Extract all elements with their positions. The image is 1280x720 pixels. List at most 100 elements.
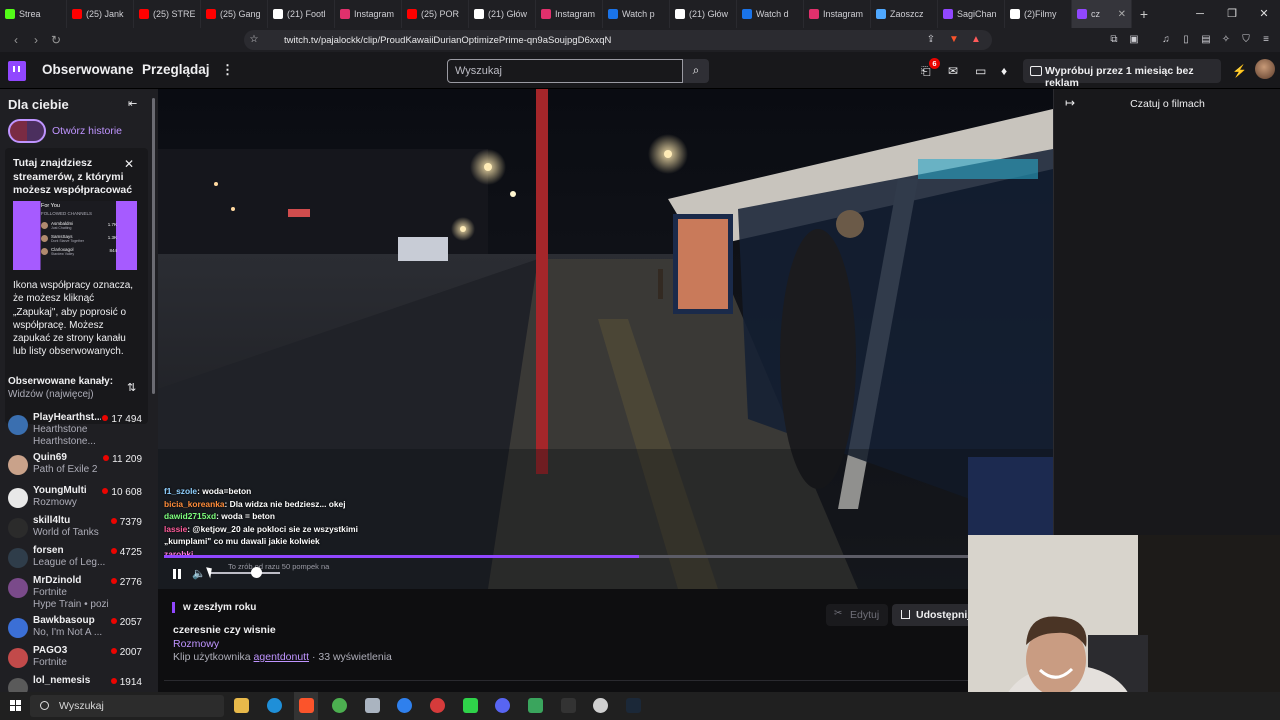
- followed-channel[interactable]: Quin69 Path of Exile 2 11 209: [8, 452, 146, 482]
- reload-icon[interactable]: ↻: [46, 33, 66, 47]
- back-icon[interactable]: ‹: [6, 33, 26, 47]
- browser-tab[interactable]: (25) Jank: [67, 0, 134, 28]
- seek-bar[interactable]: [164, 555, 969, 558]
- browser-tab[interactable]: Instagram: [804, 0, 871, 28]
- brave-icon[interactable]: [299, 698, 314, 713]
- windows-start-icon[interactable]: [10, 700, 21, 711]
- followed-channel[interactable]: forsen League of Leg... 4725: [8, 545, 146, 575]
- clip-author-link[interactable]: agentdonutt: [254, 651, 309, 663]
- rewards-icon[interactable]: ▲: [970, 34, 982, 46]
- collapse-sidebar-icon[interactable]: ⇤: [128, 97, 137, 110]
- app-icon[interactable]: [365, 698, 380, 713]
- channel-category: Hearthstone: [33, 424, 88, 435]
- media-app-icon[interactable]: [463, 698, 478, 713]
- sidebar-scrollbar[interactable]: [151, 92, 156, 692]
- file-explorer-icon[interactable]: [234, 698, 249, 713]
- sort-icon[interactable]: ⇅: [127, 381, 136, 394]
- new-tab-button[interactable]: +: [1132, 6, 1156, 22]
- channel-category: League of Leg...: [33, 557, 106, 568]
- browser-tab[interactable]: (25) Gang: [201, 0, 268, 28]
- ccleaner-icon[interactable]: [397, 698, 412, 713]
- bookmark-icon[interactable]: ☆: [248, 34, 260, 46]
- activity-feed-icon[interactable]: ▭: [975, 64, 986, 78]
- twitch-logo-icon[interactable]: [8, 61, 26, 81]
- followed-channel[interactable]: YoungMulti Rozmowy 10 608: [8, 485, 146, 515]
- followed-channel[interactable]: MrDzinoldFortnite 2776Hype Train • pozio.…: [8, 575, 146, 610]
- browser-tab[interactable]: Instagram: [536, 0, 603, 28]
- search-icon[interactable]: ⌕: [683, 59, 709, 83]
- open-stories[interactable]: Otwórz historie: [8, 119, 122, 143]
- share-page-icon[interactable]: ⇪: [925, 34, 937, 46]
- leo-icon[interactable]: ✧: [1220, 34, 1232, 46]
- avatar[interactable]: [1255, 59, 1275, 79]
- wallet-icon[interactable]: ▤: [1200, 34, 1212, 46]
- volume-icon[interactable]: 🔈: [192, 567, 206, 580]
- search-input[interactable]: Wyszukaj: [447, 59, 683, 83]
- tab-label: (25) Jank: [86, 9, 124, 19]
- overlay-chat-text: @ketjow_20 ale pokloci sie ze wszystkimi…: [164, 523, 358, 547]
- browser-tab[interactable]: (21) Głów: [670, 0, 737, 28]
- share-button[interactable]: Udostępnij: [892, 604, 973, 626]
- pause-icon[interactable]: [172, 569, 182, 579]
- followed-channel[interactable]: lol_nemesis 1914: [8, 675, 146, 692]
- channel-name: Quin69: [33, 452, 67, 463]
- app-icon[interactable]: [528, 698, 543, 713]
- epic-games-icon[interactable]: [561, 698, 576, 713]
- followed-channel[interactable]: PAGO3 Fortnite 2007: [8, 645, 146, 675]
- clip-video-player[interactable]: f1_szole: woda=beton bicia_koreanka: Dla …: [158, 89, 1053, 589]
- browser-tab[interactable]: (21) Głów: [469, 0, 536, 28]
- overlay-chat-line: lassie: @ketjow_20 ale pokloci sie ze ws…: [164, 523, 358, 547]
- app-icon[interactable]: [430, 698, 445, 713]
- crown-icon[interactable]: ♦: [1001, 64, 1007, 78]
- clip-category-link[interactable]: Rozmowy: [173, 638, 219, 650]
- edit-button[interactable]: Edytuj: [826, 604, 888, 626]
- followed-channel[interactable]: Bawkbasoup No, I'm Not A ... 2057: [8, 615, 146, 645]
- followed-channel[interactable]: PlayHearthst... Hearthstone 17 494 Hearthst…: [8, 412, 146, 447]
- close-icon[interactable]: ✕: [124, 157, 134, 171]
- app-icon[interactable]: [593, 698, 608, 713]
- browser-tab[interactable]: (25) POR: [402, 0, 469, 28]
- browser-tab[interactable]: Strea: [0, 0, 67, 28]
- notification-badge: 6: [929, 58, 940, 69]
- browser-tab[interactable]: Instagram: [335, 0, 402, 28]
- edge-icon[interactable]: [267, 698, 282, 713]
- turbo-icon[interactable]: ⚡: [1232, 64, 1247, 78]
- channel-name: MrDzinold: [33, 575, 82, 586]
- browser-tab-active[interactable]: cz ✕: [1072, 0, 1132, 28]
- prime-button[interactable]: Wypróbuj przez 1 miesiąc bez reklam: [1023, 59, 1221, 89]
- forward-icon[interactable]: ›: [26, 33, 46, 47]
- channel-viewers: 7379: [111, 517, 142, 528]
- steam-icon[interactable]: [626, 698, 641, 713]
- close-tab-icon[interactable]: ✕: [1118, 9, 1126, 20]
- sidebar-toggle-icon[interactable]: ▯: [1180, 34, 1192, 46]
- browser-tab[interactable]: (2)Filmy: [1005, 0, 1072, 28]
- browser-tab[interactable]: Watch d: [737, 0, 804, 28]
- browser-tab[interactable]: SagiChan: [938, 0, 1005, 28]
- maximize-icon[interactable]: ❐: [1216, 0, 1248, 28]
- channel-name: lol_nemesis: [33, 675, 91, 686]
- extensions-icon[interactable]: ⧉: [1108, 34, 1120, 46]
- minimize-icon[interactable]: ─: [1184, 0, 1216, 28]
- menu-icon[interactable]: ≡: [1260, 34, 1272, 46]
- whispers-icon[interactable]: ✉: [948, 64, 958, 78]
- close-window-icon[interactable]: ✕: [1248, 0, 1280, 28]
- chrome-icon[interactable]: [332, 698, 347, 713]
- media-icon[interactable]: ♫: [1160, 34, 1172, 46]
- clip-info: w zeszłym roku czeresnie czy wisnie Rozm…: [158, 589, 973, 692]
- more-icon[interactable]: ⋮: [221, 62, 234, 78]
- browser-tab[interactable]: (25) STRE: [134, 0, 201, 28]
- browser-tab[interactable]: Zaoszcz: [871, 0, 938, 28]
- taskbar-search[interactable]: Wyszukaj: [30, 695, 224, 717]
- vpn-icon[interactable]: ⛉: [1240, 34, 1252, 46]
- url-bar[interactable]: twitch.tv/pajalockk/clip/ProudKawaiiDuri…: [244, 30, 992, 50]
- nav-following[interactable]: Obserwowane: [42, 62, 134, 77]
- screenshot-icon[interactable]: ▣: [1128, 34, 1140, 46]
- nav-browse[interactable]: Przeglądaj: [142, 62, 210, 77]
- discord-icon[interactable]: [495, 698, 510, 713]
- browser-tab[interactable]: (21) Footl: [268, 0, 335, 28]
- twitch-top-nav: Obserwowane Przeglądaj ⋮ Wyszukaj ⌕ ⎗ 6 …: [0, 52, 1280, 89]
- browser-tab[interactable]: Watch p: [603, 0, 670, 28]
- volume-slider[interactable]: [210, 572, 280, 574]
- followed-channel[interactable]: skill4ltu World of Tanks 7379: [8, 515, 146, 545]
- brave-shield-icon[interactable]: ▼: [948, 34, 960, 46]
